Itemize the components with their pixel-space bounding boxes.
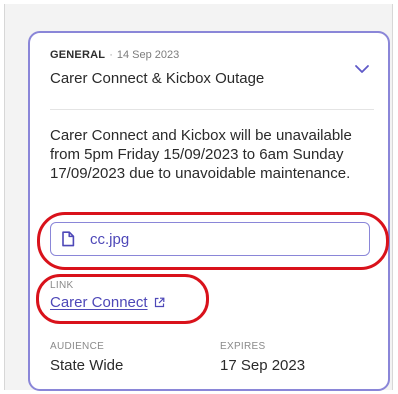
announcement-meta: GENERAL · 14 Sep 2023 bbox=[50, 48, 179, 62]
chevron-down-icon[interactable] bbox=[354, 63, 370, 75]
category-label: GENERAL bbox=[50, 49, 106, 61]
header-divider bbox=[50, 109, 374, 110]
announcement-date: 14 Sep 2023 bbox=[116, 49, 180, 61]
meta-separator: · bbox=[109, 49, 113, 61]
link-label: LINK bbox=[50, 280, 74, 291]
announcement-title: Carer Connect & Kicbox Outage bbox=[50, 70, 265, 87]
announcement-card[interactable]: GENERAL · 14 Sep 2023 Carer Connect & Kicb… bbox=[28, 31, 390, 391]
attachment-button[interactable]: cc.jpg bbox=[50, 222, 370, 256]
audience-label: AUDIENCE bbox=[50, 341, 105, 352]
announcement-body: Carer Connect and Kicbox will be unavail… bbox=[50, 127, 352, 182]
expires-value: 17 Sep 2023 bbox=[220, 357, 306, 374]
audience-value: State Wide bbox=[50, 357, 124, 374]
carer-connect-link[interactable]: Carer Connect bbox=[50, 294, 165, 312]
file-icon bbox=[62, 231, 75, 247]
external-link-icon bbox=[154, 297, 164, 308]
link-text: Carer Connect bbox=[50, 294, 148, 311]
attachment-file-name: cc.jpg bbox=[90, 231, 130, 248]
expires-label: EXPIRES bbox=[220, 341, 266, 352]
